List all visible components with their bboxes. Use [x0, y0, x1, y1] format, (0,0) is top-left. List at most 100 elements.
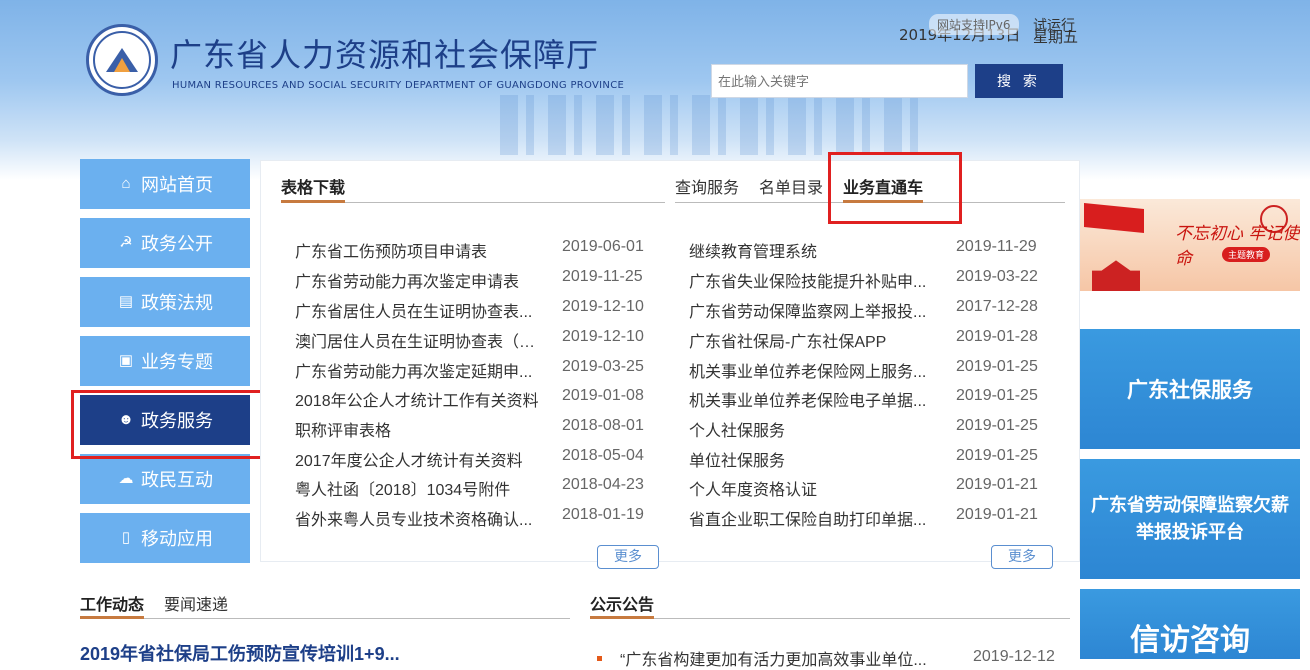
item-title: 广东省社保局-广东社保APP	[689, 334, 887, 351]
emblem-icon: ☭	[119, 234, 133, 251]
trial-label: 试运行	[1033, 18, 1075, 34]
list-item[interactable]: 继续教育管理系统 2019-11-29	[689, 238, 1049, 261]
item-date: 2019-03-22	[956, 268, 1038, 285]
forms-active-underline	[281, 200, 345, 203]
nav-item-home[interactable]: ⌂ 网站首页	[80, 159, 250, 209]
list-item[interactable]: 广东省劳动保障监察网上举报投... 2017-12-28	[689, 298, 1049, 321]
nav-item-policies[interactable]: ▤ 政策法规	[80, 277, 250, 327]
item-date: 2019-01-25	[956, 358, 1038, 375]
forms-more-button[interactable]: 更多	[597, 545, 659, 569]
item-date: 2018-04-23	[562, 476, 644, 493]
notice-section-title[interactable]: 公示公告	[590, 591, 654, 615]
item-title: 职称评审表格	[295, 423, 392, 440]
item-title: 广东省居住人员在生证明协查表...	[295, 304, 533, 321]
red-flag-icon	[1084, 203, 1144, 233]
item-title: 继续教育管理系统	[689, 244, 818, 261]
chat-icon: ☁	[118, 470, 134, 487]
work-active-underline	[80, 616, 144, 619]
notice-divider	[590, 618, 1070, 619]
site-title-english: HUMAN RESOURCES AND SOCIAL SECURITY DEPA…	[172, 80, 625, 91]
item-title: 澳门居住人员在生证明协查表（2...	[295, 334, 540, 351]
list-item[interactable]: 2017年度公企人才统计有关资料 2018-05-04	[295, 447, 655, 470]
tab-query-services[interactable]: 查询服务	[675, 174, 739, 198]
banner-label: 广东社保服务	[1127, 377, 1253, 402]
nav-item-government-affairs[interactable]: ☭ 政务公开	[80, 218, 250, 268]
highlight-box-nav	[71, 390, 273, 459]
banner-subtitle: 主题教育	[1222, 247, 1271, 262]
item-date: 2019-03-25	[562, 358, 644, 375]
item-date: 2017-12-28	[956, 298, 1038, 315]
list-item[interactable]: 省外来粤人员专业技术资格确认... 2018-01-19	[295, 506, 655, 529]
ipv6-badge: 网站支持IPv6	[929, 14, 1019, 35]
item-date: 2019-01-28	[956, 328, 1038, 345]
item-date: 2018-08-01	[562, 417, 644, 434]
item-date: 2018-05-04	[562, 447, 644, 464]
social-security-banner[interactable]: 广东社保服务	[1080, 329, 1300, 449]
item-date: 2019-01-25	[956, 417, 1038, 434]
logo-ring	[93, 31, 151, 89]
forms-section-title[interactable]: 表格下载	[281, 174, 345, 198]
document-icon: ▤	[118, 293, 134, 310]
item-title: 2018年公企人才统计工作有关资料	[295, 393, 539, 410]
list-item[interactable]: 单位社保服务 2019-01-25	[689, 447, 1049, 470]
item-title: 个人社保服务	[689, 423, 786, 440]
nav-label: 移动应用	[141, 529, 213, 549]
department-logo-icon[interactable]	[86, 24, 158, 96]
tab-work-news[interactable]: 工作动态	[80, 591, 144, 615]
item-title: 个人年度资格认证	[689, 482, 818, 499]
list-item[interactable]: 广东省工伤预防项目申请表 2019-06-01	[295, 238, 655, 261]
list-item[interactable]: 省直企业职工保险自助打印单据... 2019-01-21	[689, 506, 1049, 529]
notice-item-title[interactable]: “广东省构建更加有活力更加高效事业单位...	[620, 646, 927, 670]
list-item[interactable]: 广东省居住人员在生证明协查表... 2019-12-10	[295, 298, 655, 321]
nav-label: 政务公开	[141, 234, 213, 254]
list-item[interactable]: 广东省社保局-广东社保APP 2019-01-28	[689, 328, 1049, 351]
home-icon: ⌂	[121, 175, 131, 192]
item-date: 2019-12-10	[562, 298, 644, 315]
item-title: 广东省失业保险技能提升补贴申...	[689, 274, 927, 291]
list-item[interactable]: 广东省劳动能力再次鉴定延期申... 2019-03-25	[295, 358, 655, 381]
item-date: 2019-01-25	[956, 387, 1038, 404]
labor-inspection-banner[interactable]: 广东省劳动保障监察欠薪举报投诉平台	[1080, 459, 1300, 579]
news-headline[interactable]: 2019年省社保局工伤预防宣传培训1+9...	[80, 640, 400, 666]
item-title: 单位社保服务	[689, 453, 786, 470]
nav-label: 政策法规	[141, 293, 213, 313]
item-title: 广东省劳动保障监察网上举报投...	[689, 304, 927, 321]
item-title: 广东省劳动能力再次鉴定申请表	[295, 274, 520, 291]
list-item[interactable]: 个人社保服务 2019-01-25	[689, 417, 1049, 440]
search-input[interactable]	[711, 64, 968, 98]
folder-icon: ▣	[118, 352, 134, 369]
list-item[interactable]: 广东省劳动能力再次鉴定申请表 2019-11-25	[295, 268, 655, 291]
list-item[interactable]: 机关事业单位养老保险电子单据... 2019-01-25	[689, 387, 1049, 410]
item-date: 2019-11-29	[956, 238, 1037, 255]
services-more-button[interactable]: 更多	[991, 545, 1053, 569]
item-title: 广东省劳动能力再次鉴定延期申...	[295, 364, 533, 381]
list-item[interactable]: 粤人社函〔2018〕1034号附件 2018-04-23	[295, 476, 655, 499]
nav-item-mobile[interactable]: ▯ 移动应用	[80, 513, 250, 563]
site-title[interactable]: 广东省人力资源和社会保障厅	[170, 30, 599, 76]
list-item[interactable]: 2018年公企人才统计工作有关资料 2019-01-08	[295, 387, 655, 410]
petition-banner[interactable]: 信访咨询	[1080, 589, 1300, 659]
highlight-box-tab	[828, 152, 962, 224]
logo-mark-icon	[106, 48, 138, 72]
tab-list-directory[interactable]: 名单目录	[759, 174, 823, 198]
list-item[interactable]: 澳门居住人员在生证明协查表（2... 2019-12-10	[295, 328, 655, 351]
item-date: 2018-01-19	[562, 506, 644, 523]
work-divider	[80, 618, 570, 619]
list-item[interactable]: 职称评审表格 2018-08-01	[295, 417, 655, 440]
search-button[interactable]: 搜 索	[975, 64, 1063, 98]
item-title: 2017年度公企人才统计有关资料	[295, 453, 523, 470]
item-date: 2019-06-01	[562, 238, 644, 255]
tiananmen-icon	[1092, 260, 1140, 291]
nav-label: 政民互动	[141, 470, 213, 490]
item-title: 省直企业职工保险自助打印单据...	[689, 512, 927, 529]
nav-item-interaction[interactable]: ☁ 政民互动	[80, 454, 250, 504]
list-item[interactable]: 广东省失业保险技能提升补贴申... 2019-03-22	[689, 268, 1049, 291]
item-title: 机关事业单位养老保险电子单据...	[689, 393, 927, 410]
item-title: 机关事业单位养老保险网上服务...	[689, 364, 927, 381]
tab-headlines[interactable]: 要闻速递	[164, 591, 228, 615]
item-date: 2019-12-10	[562, 328, 644, 345]
theme-education-banner[interactable]: 不忘初心 牢记使命 主题教育	[1080, 199, 1300, 291]
list-item[interactable]: 机关事业单位养老保险网上服务... 2019-01-25	[689, 358, 1049, 381]
nav-item-topics[interactable]: ▣ 业务专题	[80, 336, 250, 386]
list-item[interactable]: 个人年度资格认证 2019-01-21	[689, 476, 1049, 499]
